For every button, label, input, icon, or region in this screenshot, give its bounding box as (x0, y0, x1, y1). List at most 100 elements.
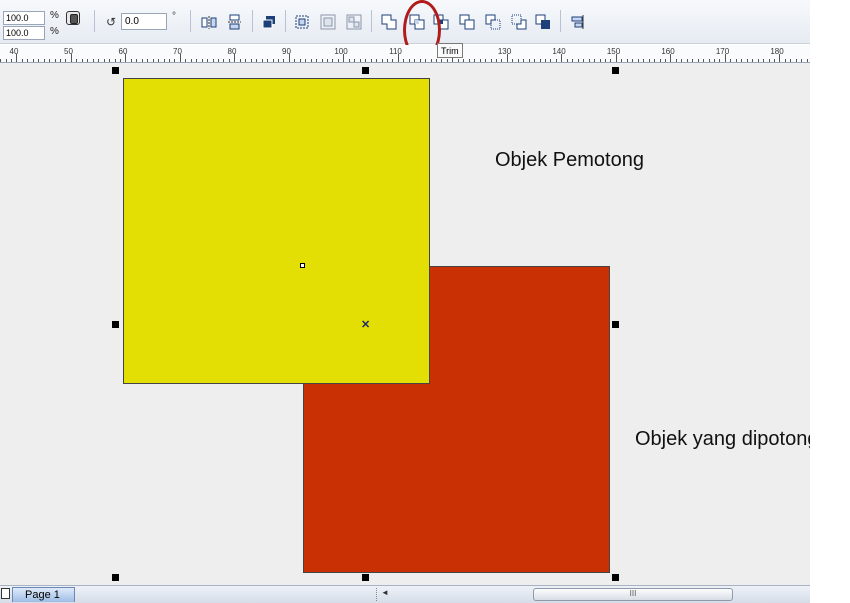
front-minus-back-icon[interactable] (485, 14, 501, 30)
ruler-tick (577, 59, 579, 62)
ruler-tick (436, 59, 437, 62)
group-icon[interactable] (294, 14, 310, 30)
property-bar: 100.0 100.0 % % ↺ 0.0 ° (0, 0, 810, 60)
ruler-tick (648, 59, 650, 62)
ruler-tick (185, 59, 187, 62)
corel-draw-window: 100.0 100.0 % % ↺ 0.0 ° 40 50 60 70 80 9… (0, 0, 850, 603)
ruler-tick (550, 59, 552, 62)
create-boundary-icon[interactable] (535, 14, 551, 30)
selection-handle[interactable] (612, 574, 619, 581)
ruler-tick (735, 59, 737, 62)
ruler-tick (359, 59, 361, 62)
ruler-tick (654, 59, 655, 62)
ruler-tick (272, 59, 274, 62)
selection-handle[interactable] (112, 67, 119, 74)
selection-handle[interactable] (362, 67, 369, 74)
ruler-tick (386, 59, 388, 62)
align-distribute-icon[interactable] (569, 14, 585, 30)
ruler-tick (125, 54, 127, 62)
ruler-tick (109, 59, 110, 62)
ruler-tick (408, 59, 410, 62)
ruler-tick (583, 59, 585, 62)
ruler-tick (724, 54, 726, 62)
ruler-tick (779, 54, 781, 62)
lock-ratio-icon[interactable] (66, 11, 80, 25)
ruler-tick (403, 59, 405, 62)
ruler-tick (637, 59, 639, 62)
ruler-tick (43, 59, 45, 62)
ruler-tick (610, 59, 612, 62)
page-icon[interactable] (1, 588, 10, 599)
ruler-tick (703, 59, 705, 62)
selection-center-icon[interactable]: ✕ (361, 318, 370, 331)
ruler-tick (763, 59, 764, 62)
rotate-icon: ↺ (106, 15, 117, 29)
simplify-icon[interactable] (459, 14, 475, 30)
ruler-tick (670, 54, 672, 62)
ruler-tick (790, 59, 792, 62)
selection-handle[interactable] (362, 574, 369, 581)
drawing-canvas[interactable]: ✕ Objek Pemotong Objek yang dipotong (0, 63, 818, 585)
ruler-tick (561, 54, 563, 62)
ruler-label: 140 (552, 47, 566, 56)
page-tab[interactable]: Page 1 (12, 587, 75, 602)
degree-unit: ° (172, 11, 176, 22)
ruler-tick (784, 59, 786, 62)
ruler-tick (626, 59, 628, 62)
ruler-tick (158, 59, 159, 62)
ruler-tick (479, 59, 481, 62)
cutter-rectangle[interactable] (123, 78, 430, 384)
ruler-tick (365, 59, 367, 62)
scale-x-input[interactable]: 100.0 (3, 11, 45, 25)
ruler-tick (370, 59, 372, 62)
ruler-tick (103, 59, 105, 62)
ruler-tick (76, 59, 78, 62)
ruler-tick (801, 59, 803, 62)
weld-icon[interactable] (381, 14, 397, 30)
ruler-tick (392, 59, 394, 62)
ruler-tick (490, 59, 492, 62)
ruler-tick (316, 59, 318, 62)
ruler-tick (119, 59, 121, 62)
ruler-tick (354, 59, 356, 62)
ruler-tick (534, 59, 536, 62)
ruler-tick (305, 59, 307, 62)
scale-y-input[interactable]: 100.0 (3, 26, 45, 40)
toolbar-separator (560, 10, 561, 32)
mirror-horizontal-icon[interactable] (201, 14, 217, 30)
ruler-tick (310, 59, 312, 62)
ungroup-all-icon[interactable] (346, 14, 362, 30)
scrollbar-thumb[interactable]: III (533, 588, 733, 601)
ruler-tick (795, 59, 797, 62)
ruler-tick (806, 59, 808, 62)
selection-handle[interactable] (112, 574, 119, 581)
ruler-tick (54, 59, 56, 62)
ruler-tick (81, 59, 83, 62)
ruler-tick (397, 54, 399, 62)
combine-icon[interactable] (261, 14, 277, 30)
ruler-tick (348, 59, 350, 62)
ruler-tick (60, 59, 61, 62)
ruler-tick (425, 59, 427, 62)
ruler-tick (114, 59, 116, 62)
back-minus-front-icon[interactable] (511, 14, 527, 30)
cutter-object-label: Objek Pemotong (495, 149, 644, 171)
ruler-tick (708, 59, 710, 62)
ruler-tick (605, 59, 606, 62)
ungroup-icon[interactable] (320, 14, 336, 30)
ruler-tick (545, 59, 546, 62)
rotation-angle-input[interactable]: 0.0 (121, 13, 167, 30)
ruler-label: 110 (389, 47, 402, 56)
selection-handle[interactable] (612, 321, 619, 328)
ruler-tick (643, 59, 645, 62)
selection-handle[interactable] (612, 67, 619, 74)
selection-handle[interactable] (112, 321, 119, 328)
ruler-tick (555, 59, 557, 62)
ruler-tick (212, 59, 214, 62)
scroll-left-arrow-icon[interactable]: ◄ (381, 588, 389, 597)
ruler-tick (686, 59, 688, 62)
ruler-tick (632, 59, 634, 62)
trim-tooltip: Trim (437, 43, 463, 58)
ruler-tick (506, 54, 508, 62)
mirror-vertical-icon[interactable] (226, 14, 242, 30)
